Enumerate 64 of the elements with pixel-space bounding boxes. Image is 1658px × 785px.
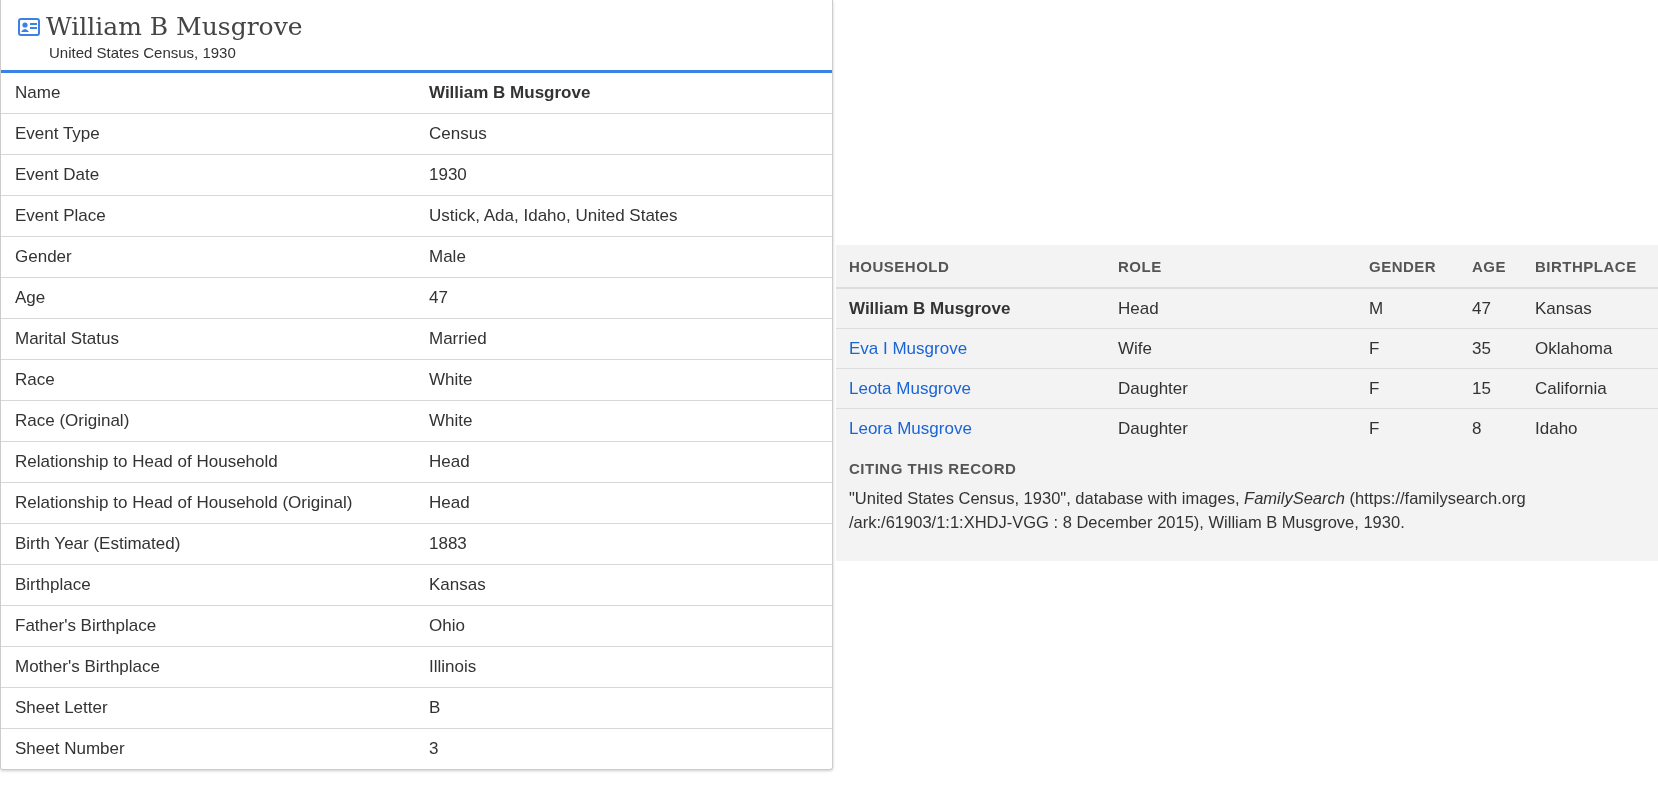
field-value: Census (429, 124, 487, 144)
field-value: 1883 (429, 534, 467, 554)
field-value: B (429, 698, 441, 718)
field-value: Head (429, 493, 470, 513)
field-label: Sheet Number (15, 739, 126, 759)
field-label: Age (15, 288, 47, 308)
field-label: Relationship to Head of Household (Original) (15, 493, 354, 513)
table-cell: Idaho (1522, 408, 1658, 448)
field-label: Race (Original) (15, 411, 131, 431)
table-cell: 8 (1459, 408, 1522, 448)
field-value: Ustick, Ada, Idaho, United States (429, 206, 678, 226)
table-cell: Oklahoma (1522, 328, 1658, 369)
table-cell: M (1356, 288, 1459, 329)
field-value: White (429, 370, 473, 390)
column-header: GENDER (1356, 245, 1459, 288)
person-link[interactable]: Leota Musgrove (849, 378, 971, 398)
field-value: Kansas (429, 575, 486, 595)
field-label: Event Place (15, 206, 107, 226)
field-value: William B Musgrove (429, 83, 591, 103)
record-title: William B Musgrove (46, 12, 303, 41)
person-link[interactable]: Leora Musgrove (849, 418, 972, 438)
citation-text: "United States Census, 1930", database with images, FamilySearch (https://familysearch.org /ark:/61903/1:1:XHDJ-VGG : 8 December 2015), William B Musgrove, 1930. (849, 488, 1527, 533)
table-cell: California (1522, 368, 1658, 409)
table-cell: Daughter (1105, 408, 1356, 448)
field-label: Event Type (15, 124, 101, 144)
field-value: 47 (429, 288, 448, 308)
field-value: 1930 (429, 165, 467, 185)
field-value: Married (429, 329, 487, 349)
field-label: Birthplace (15, 575, 92, 595)
column-header: AGE (1459, 245, 1522, 288)
table-cell: Wife (1105, 328, 1356, 369)
field-value: Male (429, 247, 466, 267)
record-subtitle: United States Census, 1930 (49, 44, 237, 61)
field-label: Sheet Letter (15, 698, 109, 718)
field-label: Race (15, 370, 56, 390)
field-value: 3 (429, 739, 439, 759)
field-value: Illinois (429, 657, 477, 677)
field-label: Birth Year (Estimated) (15, 534, 182, 554)
table-cell: 47 (1459, 288, 1522, 329)
table-cell: F (1356, 408, 1459, 448)
id-card-icon (18, 17, 40, 36)
table-cell: 35 (1459, 328, 1522, 369)
table-cell: F (1356, 368, 1459, 409)
column-header: HOUSEHOLD (836, 245, 1105, 288)
column-header: BIRTHPLACE (1522, 245, 1658, 288)
field-label: Mother's Birthplace (15, 657, 161, 677)
field-value: White (429, 411, 473, 431)
citation-heading: CITING THIS RECORD (849, 460, 1018, 477)
field-label: Name (15, 83, 62, 103)
field-value: Ohio (429, 616, 465, 636)
person-link[interactable]: Eva I Musgrove (849, 338, 968, 358)
field-label: Event Date (15, 165, 101, 185)
field-label: Father's Birthplace (15, 616, 158, 636)
field-label: Gender (15, 247, 73, 267)
column-header: ROLE (1105, 245, 1356, 288)
field-label: Relationship to Head of Household (15, 452, 279, 472)
table-cell: F (1356, 328, 1459, 369)
table-cell: Daughter (1105, 368, 1356, 409)
table-cell: 15 (1459, 368, 1522, 409)
person-name: William B Musgrove (836, 288, 1105, 329)
field-value: Head (429, 452, 470, 472)
field-label: Marital Status (15, 329, 120, 349)
table-cell: Head (1105, 288, 1356, 329)
table-cell: Kansas (1522, 288, 1658, 329)
